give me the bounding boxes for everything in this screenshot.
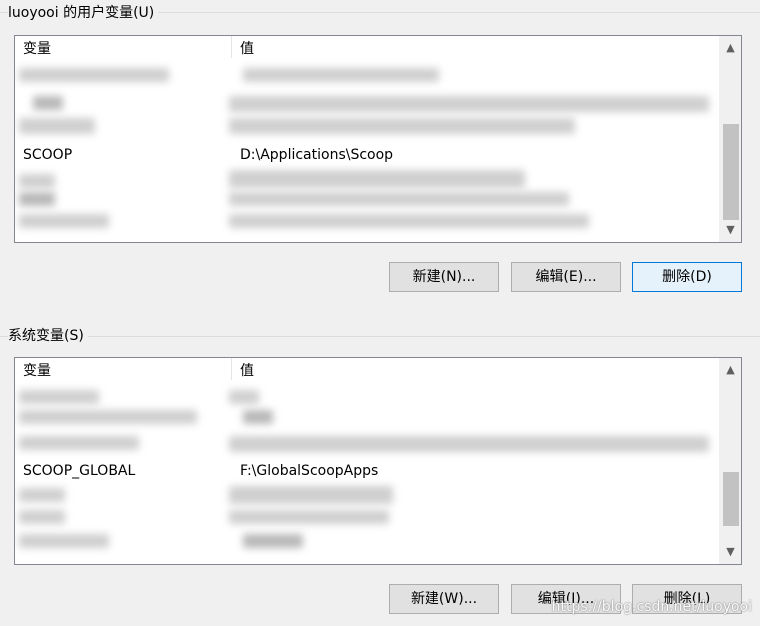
scroll-up-icon[interactable]: ▲ (720, 38, 741, 58)
column-divider[interactable] (231, 36, 232, 58)
column-header-value[interactable]: 值 (240, 362, 254, 380)
redacted-value (229, 118, 575, 134)
redacted-value (243, 534, 303, 548)
redacted-value (229, 510, 389, 524)
scroll-down-icon[interactable]: ▼ (720, 542, 741, 562)
redacted-value (243, 410, 273, 424)
redacted-name (19, 436, 139, 450)
redacted-name (19, 534, 109, 548)
table-row[interactable]: SCOOP_GLOBAL F:\GlobalScoopApps (15, 456, 719, 486)
system-new-button[interactable]: 新建(W)... (389, 584, 499, 614)
list-header: 变量 值 (15, 36, 719, 60)
redacted-name (19, 410, 197, 424)
redacted-name (19, 488, 65, 502)
table-row-redacted[interactable] (15, 428, 719, 458)
redacted-name (19, 118, 95, 134)
vertical-scrollbar[interactable]: ▲ ▼ (719, 36, 741, 242)
redacted-value (243, 68, 439, 82)
column-header-variable[interactable]: 变量 (23, 40, 51, 58)
column-header-variable[interactable]: 变量 (23, 362, 51, 380)
redacted-value (229, 390, 259, 404)
redacted-value (229, 436, 709, 452)
column-header-value[interactable]: 值 (240, 40, 254, 58)
redacted-value (229, 486, 393, 504)
variable-name: SCOOP_GLOBAL (23, 463, 136, 479)
system-variables-list[interactable]: 变量 值 SCOOP_GLOBAL F:\GlobalScoopApps ▲ ▼ (14, 357, 742, 565)
vertical-scrollbar[interactable]: ▲ ▼ (719, 358, 741, 564)
watermark-text: https://blog.csdn.net/luoyooi (551, 599, 752, 615)
user-variables-title: luoyooi 的用户变量(U) (8, 4, 159, 22)
scroll-thumb[interactable] (723, 472, 739, 526)
redacted-name (19, 214, 109, 228)
redacted-name (19, 510, 65, 524)
scroll-up-icon[interactable]: ▲ (720, 360, 741, 380)
redacted-name (19, 192, 55, 206)
redacted-name (19, 390, 99, 404)
scroll-down-icon[interactable]: ▼ (720, 220, 741, 240)
redacted-name (19, 68, 169, 82)
variable-value: F:\GlobalScoopApps (240, 463, 379, 479)
table-row-redacted[interactable] (15, 62, 719, 92)
system-variables-title: 系统变量(S) (8, 327, 88, 345)
table-row-redacted[interactable] (15, 528, 719, 558)
redacted-value (229, 214, 589, 228)
variable-value: D:\Applications\Scoop (240, 147, 394, 163)
column-divider[interactable] (231, 358, 232, 380)
redacted-value (229, 192, 569, 206)
table-row[interactable]: SCOOP D:\Applications\Scoop (15, 140, 719, 170)
redacted-value (229, 96, 709, 112)
user-edit-button[interactable]: 编辑(E)... (511, 262, 621, 292)
redacted-name (33, 96, 63, 110)
user-delete-button[interactable]: 删除(D) (632, 262, 742, 292)
user-variables-list[interactable]: 变量 值 SCOOP D:\Applications\Scoop ▲ ▼ (14, 35, 742, 243)
user-new-button[interactable]: 新建(N)... (389, 262, 499, 292)
variable-name: SCOOP (23, 147, 73, 163)
table-row-redacted[interactable] (15, 208, 719, 238)
list-header: 变量 值 (15, 358, 719, 382)
scroll-thumb[interactable] (723, 124, 739, 220)
